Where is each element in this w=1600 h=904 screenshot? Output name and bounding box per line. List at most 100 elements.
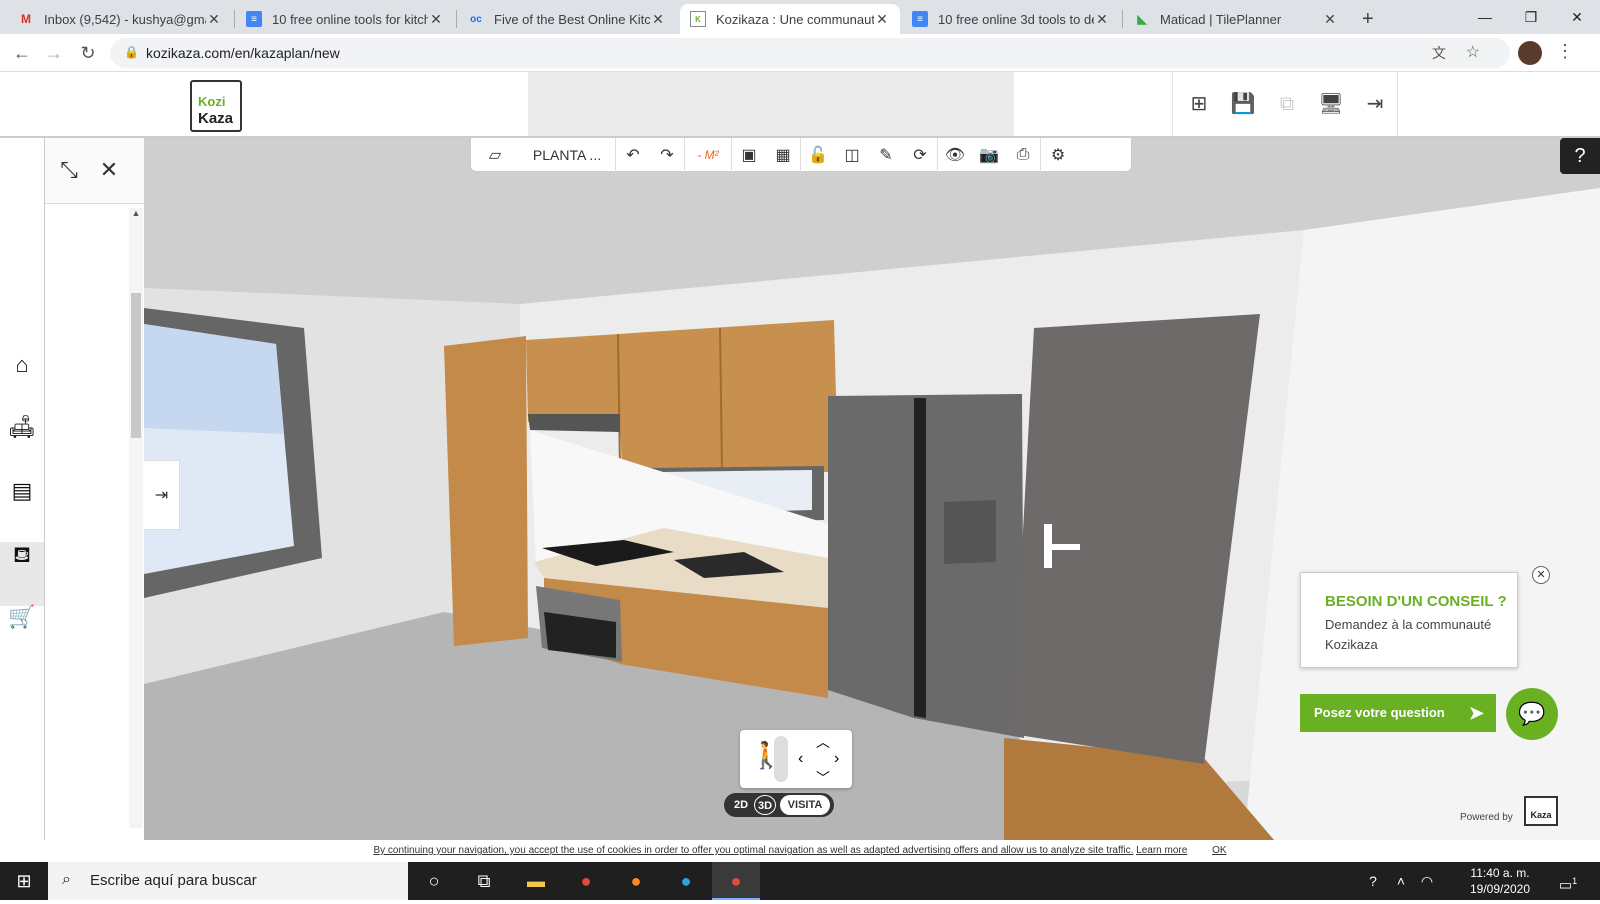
url-field[interactable]: 🔒 kozikaza.com/en/kazaplan/new 文 ☆	[110, 38, 1510, 68]
taskbar-search-box[interactable]: ⌕ Escribe aquí para buscar	[48, 862, 408, 900]
learn-more-link[interactable]: Learn more	[1136, 845, 1187, 856]
powered-by-label: Powered by	[1460, 812, 1513, 823]
arrow-down-icon[interactable]: ﹀	[816, 768, 830, 788]
kozikaza-logo[interactable]: Kozi Kaza	[190, 80, 242, 132]
avatar[interactable]	[1518, 41, 1542, 65]
furniture-sofa-icon[interactable]: 🛋	[5, 410, 39, 444]
bathroom-icon[interactable]: ⛾	[5, 538, 39, 572]
header-tools: ⊞ 💾 ⧉ 🖥 ⇥	[1172, 72, 1398, 136]
close-tab-icon[interactable]: ✕	[650, 11, 666, 28]
copy-icon[interactable]: ⧉	[1273, 90, 1301, 118]
eye-icon[interactable]: 👁	[938, 138, 972, 172]
menu-icon[interactable]: ⋮	[1556, 41, 1574, 62]
address-bar: ← → ↻ 🔒 kozikaza.com/en/kazaplan/new 文 ☆…	[0, 34, 1600, 72]
restore-icon[interactable]: ❐	[1508, 0, 1554, 34]
back-icon[interactable]: ←	[10, 41, 34, 65]
new-tab-button[interactable]: +	[1352, 4, 1384, 34]
arrow-up-icon[interactable]: ︿	[816, 732, 830, 752]
help-tray-icon[interactable]: ?	[1360, 862, 1386, 900]
tab-maticad[interactable]: ◣ Maticad | TilePlanner ✕	[1124, 4, 1348, 34]
shop-cart-icon[interactable]: 🛒	[5, 600, 39, 634]
docs-icon: ≡	[246, 11, 262, 27]
close-panel-icon[interactable]: ✕	[95, 156, 123, 184]
floor-plan-icon[interactable]: ▱	[471, 138, 519, 172]
forward-icon[interactable]: →	[42, 41, 66, 65]
lock-toggle-icon[interactable]: 🔓	[801, 138, 835, 172]
height-slider[interactable]	[774, 736, 788, 782]
chevron-up-icon[interactable]: ˄	[1390, 862, 1412, 900]
area-display[interactable]: - M²	[685, 138, 731, 172]
save-icon[interactable]: 💾	[1229, 90, 1257, 118]
windows-start-icon[interactable]: ⊞	[0, 862, 48, 900]
kitchen-3d-scene	[144, 138, 1600, 840]
undo-icon[interactable]: ↶	[616, 138, 650, 172]
tab-oc-kitchen[interactable]: oc Five of the Best Online Kitchen ✕	[458, 4, 676, 34]
plan-selector[interactable]: PLANTA ...	[519, 138, 615, 172]
firefox-icon[interactable]: ●	[612, 862, 660, 900]
document-icon[interactable]: ▣	[732, 138, 766, 172]
close-bubble-icon[interactable]: ✕	[1532, 566, 1550, 584]
ask-question-button[interactable]: Posez votre question ➤	[1300, 694, 1496, 732]
header-banner-area	[528, 72, 1014, 136]
scroll-up-icon[interactable]: ▲	[129, 208, 143, 218]
search-icon: ⌕	[62, 871, 71, 888]
scroll-thumb[interactable]	[131, 293, 141, 438]
cookie-ok-button[interactable]: OK	[1212, 845, 1226, 856]
notifications-icon[interactable]: ▭1	[1550, 862, 1586, 900]
rotate-icon[interactable]: ⟳	[903, 138, 937, 172]
expand-panel-icon[interactable]: ⇥	[144, 460, 180, 530]
tab-gmail[interactable]: M Inbox (9,542) - kushya@gmail ✕	[8, 4, 232, 34]
kozikaza-icon: K	[690, 11, 706, 27]
cookie-banner: By continuing your navigation, you accep…	[0, 840, 1600, 862]
map-icon[interactable]: ▦	[766, 138, 800, 172]
close-tab-icon[interactable]: ✕	[206, 11, 222, 28]
screen-icon[interactable]: 🖥	[1317, 90, 1345, 118]
kitchen-icon[interactable]: ▤	[5, 474, 39, 508]
system-clock[interactable]: 11:40 a. m. 19/09/2020	[1460, 865, 1540, 897]
edge-icon[interactable]: ●	[662, 862, 710, 900]
collapse-icon[interactable]: ⤡	[55, 156, 83, 184]
file-explorer-icon[interactable]: ▬	[512, 862, 560, 900]
view-mode-switch: 2D 3D VISITA	[724, 793, 834, 817]
translate-icon[interactable]: 文	[1432, 43, 1446, 63]
oc-icon: oc	[470, 13, 482, 25]
close-tab-icon[interactable]: ✕	[428, 11, 444, 28]
windows-taskbar: ⊞ ⌕ Escribe aquí para buscar ○ ⧉ ▬ ● ● ●…	[0, 862, 1600, 900]
mode-visit-button[interactable]: VISITA	[780, 795, 830, 815]
reload-icon[interactable]: ↻	[76, 41, 100, 65]
mode-3d-button[interactable]: 3D	[754, 795, 776, 815]
tab-docs-kitchen-tools[interactable]: ≡ 10 free online tools for kitchen ✕	[236, 4, 454, 34]
chrome-profile-icon[interactable]: ●	[712, 862, 760, 900]
send-icon: ➤	[1468, 703, 1484, 723]
editor-toolbar: ▱ PLANTA ... ↶ ↷ - M² ▣ ▦ 🔓 ◫ ✎ ⟳ 👁 📷 ⎙ …	[470, 138, 1132, 172]
close-tab-icon[interactable]: ✕	[874, 11, 890, 28]
redo-icon[interactable]: ↷	[650, 138, 684, 172]
3d-viewport[interactable]: ▱ PLANTA ... ↶ ↷ - M² ▣ ▦ 🔓 ◫ ✎ ⟳ 👁 📷 ⎙ …	[144, 138, 1600, 840]
close-tab-icon[interactable]: ✕	[1094, 11, 1110, 28]
star-icon[interactable]: ☆	[1466, 42, 1480, 62]
walls-icon[interactable]: ◫	[835, 138, 869, 172]
gmail-icon: M	[21, 12, 31, 26]
print-icon[interactable]: ⎙	[1006, 138, 1040, 172]
exit-icon[interactable]: ⇥	[1361, 90, 1389, 118]
task-view-icon[interactable]: ⧉	[460, 862, 508, 900]
house-icon[interactable]: ⌂	[5, 348, 39, 382]
minimize-icon[interactable]: —	[1462, 0, 1508, 34]
pencil-icon[interactable]: ✎	[869, 138, 903, 172]
chrome-icon[interactable]: ●	[562, 862, 610, 900]
tab-kozikaza[interactable]: K Kozikaza : Une communauté ✕	[680, 4, 900, 34]
docs-icon: ≡	[912, 11, 928, 27]
tab-docs-3d-tools[interactable]: ≡ 10 free online 3d tools to design ✕	[902, 4, 1120, 34]
close-window-icon[interactable]: ✕	[1554, 0, 1600, 34]
close-tab-icon[interactable]: ✕	[1322, 11, 1338, 28]
wifi-icon[interactable]: ◠	[1414, 862, 1440, 900]
arrow-left-icon[interactable]: ‹	[798, 750, 803, 768]
help-icon[interactable]: ?	[1560, 138, 1600, 174]
cortana-icon[interactable]: ○	[410, 862, 458, 900]
chat-icon[interactable]: 💬	[1506, 688, 1558, 740]
camera-icon[interactable]: 📷	[972, 138, 1006, 172]
settings-gear-icon[interactable]: ⚙	[1041, 138, 1075, 172]
arrow-right-icon[interactable]: ›	[834, 750, 839, 768]
new-file-icon[interactable]: ⊞	[1185, 90, 1213, 118]
mode-2d-button[interactable]: 2D	[728, 795, 754, 815]
